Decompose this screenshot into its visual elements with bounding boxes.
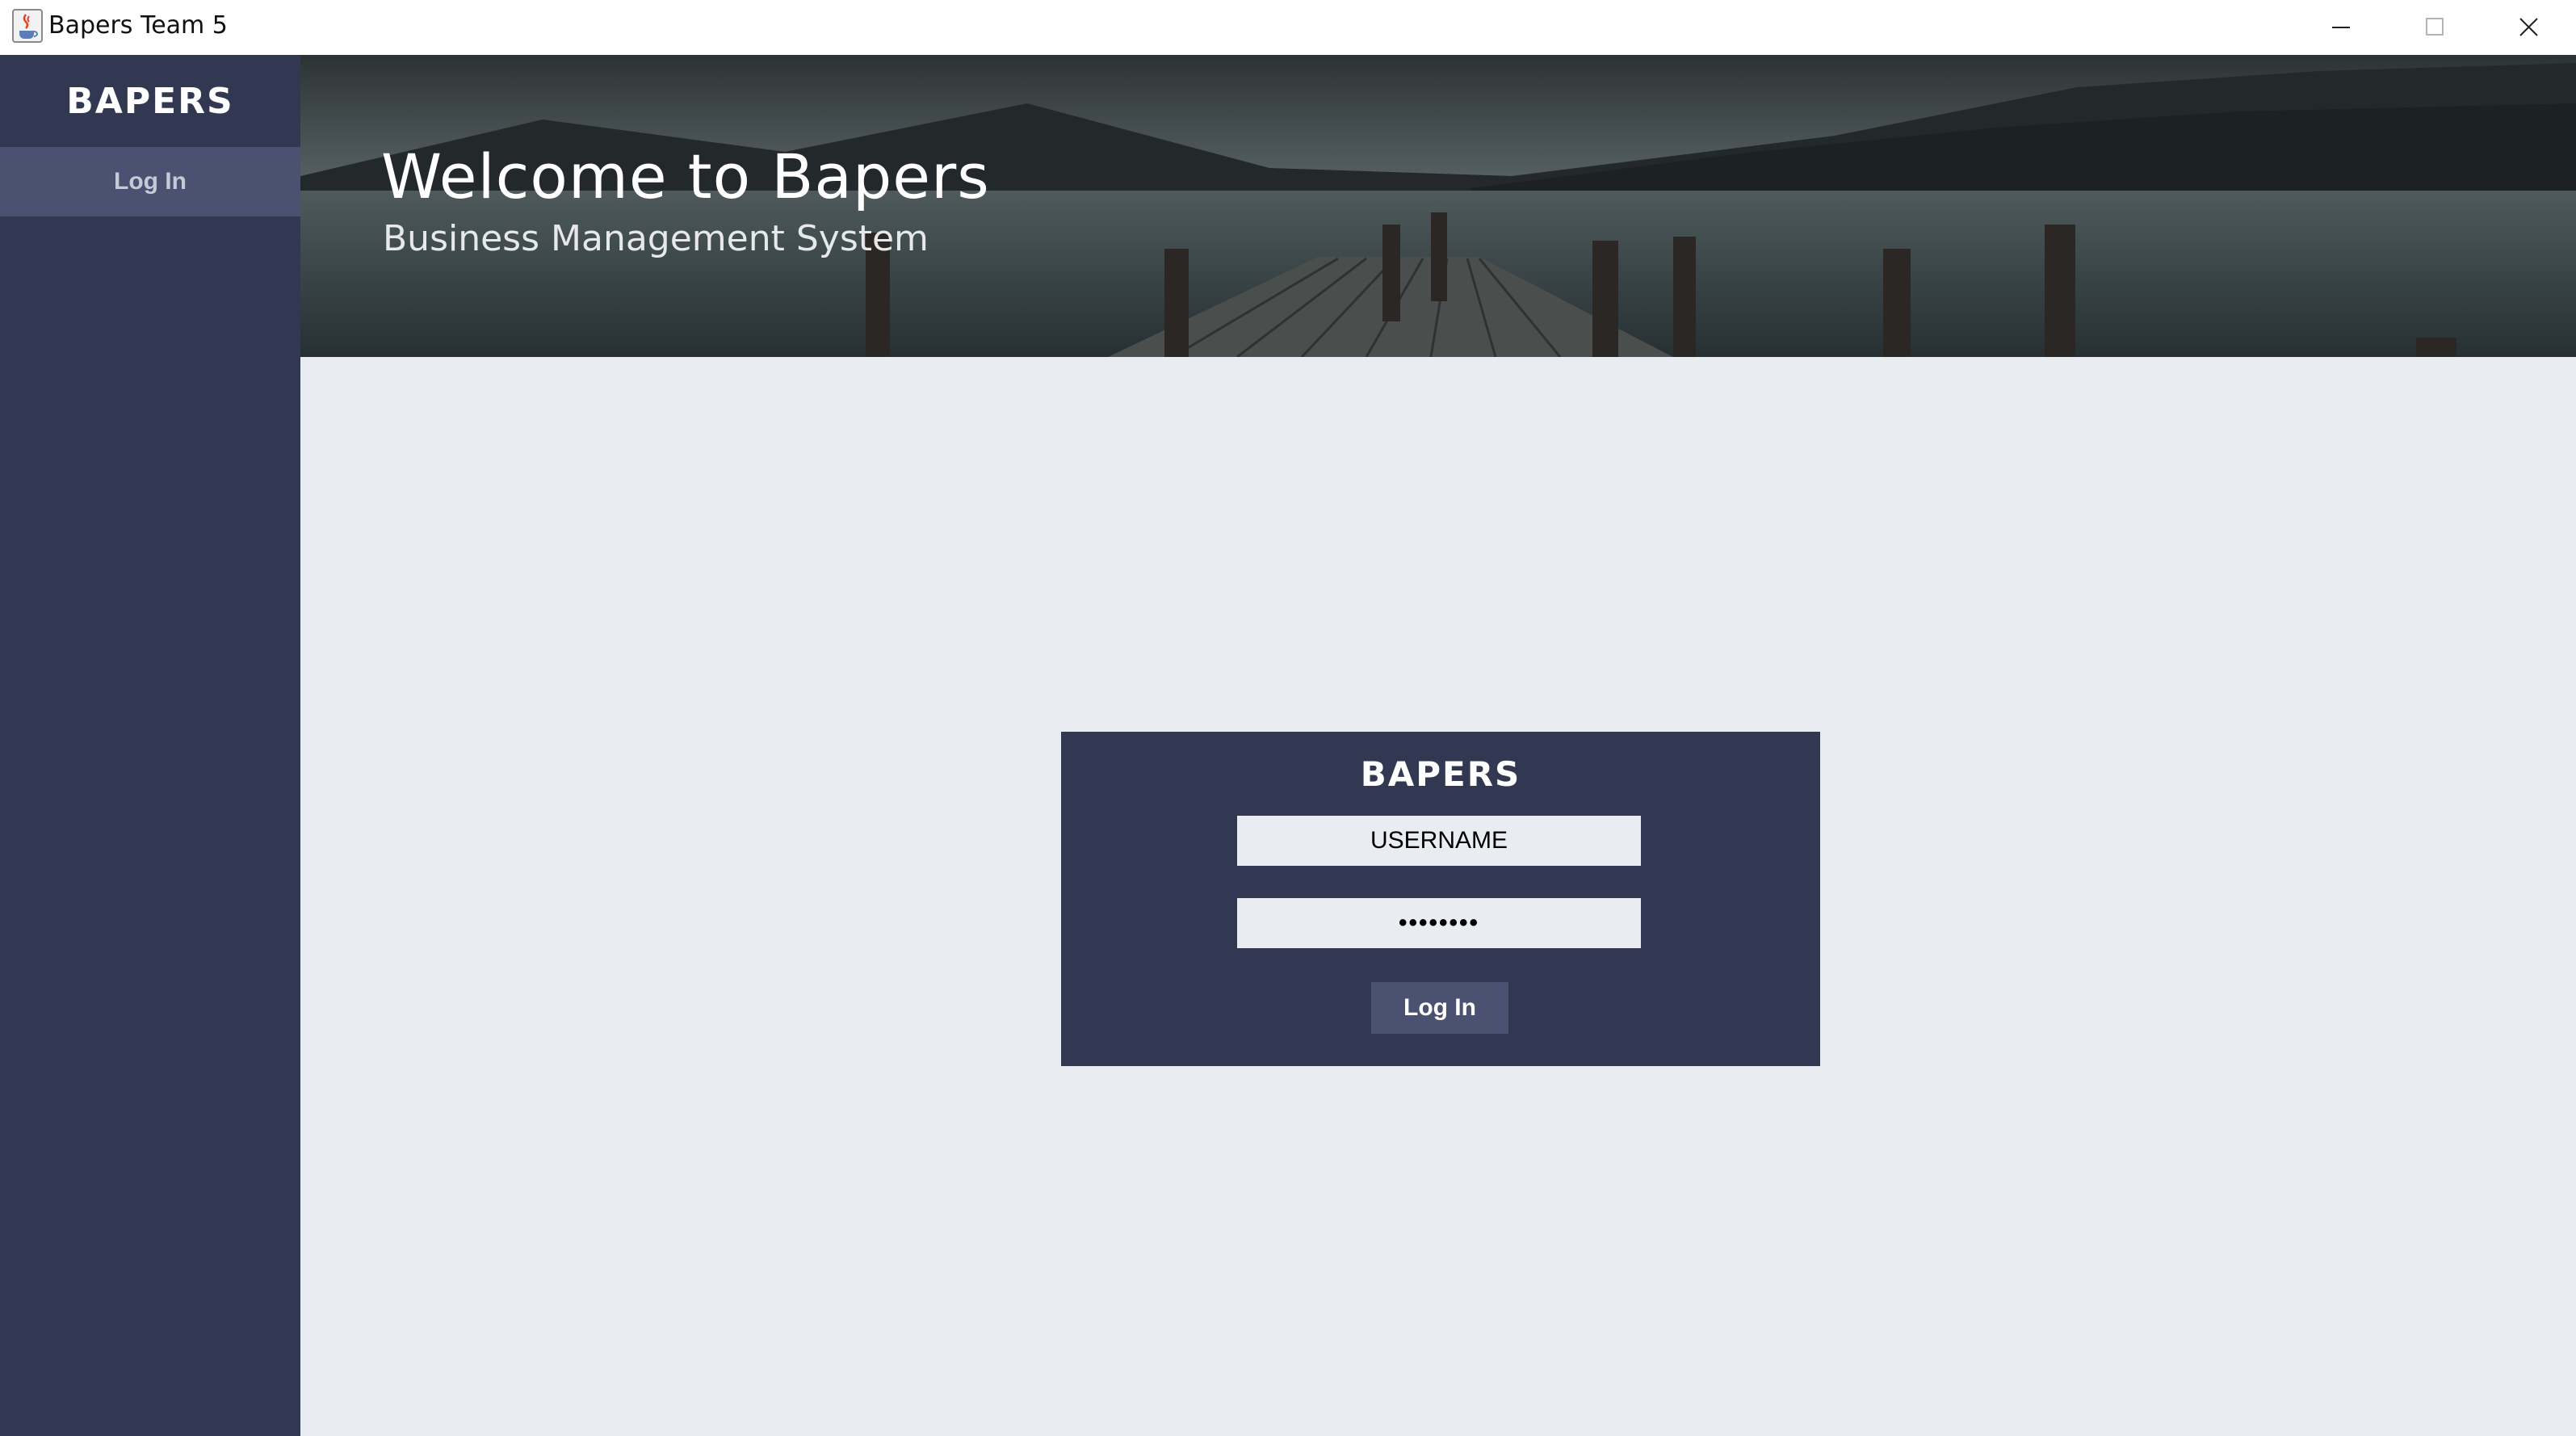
window-title: Bapers Team 5 bbox=[48, 11, 228, 40]
username-field[interactable]: USERNAME bbox=[1237, 816, 1641, 866]
minimize-icon bbox=[2332, 27, 2350, 28]
login-brand: BAPERS bbox=[1360, 754, 1521, 794]
login-panel: BAPERS USERNAME •••••••• Log In bbox=[1061, 732, 1820, 1066]
close-icon bbox=[2519, 18, 2538, 36]
login-button[interactable]: Log In bbox=[1371, 982, 1508, 1034]
header-banner: Welcome to Bapers Business Management Sy… bbox=[300, 55, 2576, 357]
sidebar-item-log-in[interactable]: Log In bbox=[0, 147, 300, 216]
title-bar: Bapers Team 5 bbox=[0, 0, 2576, 56]
maximize-icon bbox=[2426, 18, 2444, 36]
java-cup-icon bbox=[11, 8, 44, 44]
banner-title: Welcome to Bapers bbox=[381, 141, 990, 212]
minimize-button[interactable] bbox=[2295, 0, 2389, 55]
banner-subtitle: Business Management System bbox=[383, 218, 929, 259]
sidebar-brand: BAPERS bbox=[66, 81, 234, 122]
password-field[interactable]: •••••••• bbox=[1237, 898, 1641, 948]
maximize-button[interactable] bbox=[2389, 0, 2482, 55]
sidebar: BAPERS Log In bbox=[0, 55, 300, 1436]
close-button[interactable] bbox=[2482, 0, 2576, 55]
